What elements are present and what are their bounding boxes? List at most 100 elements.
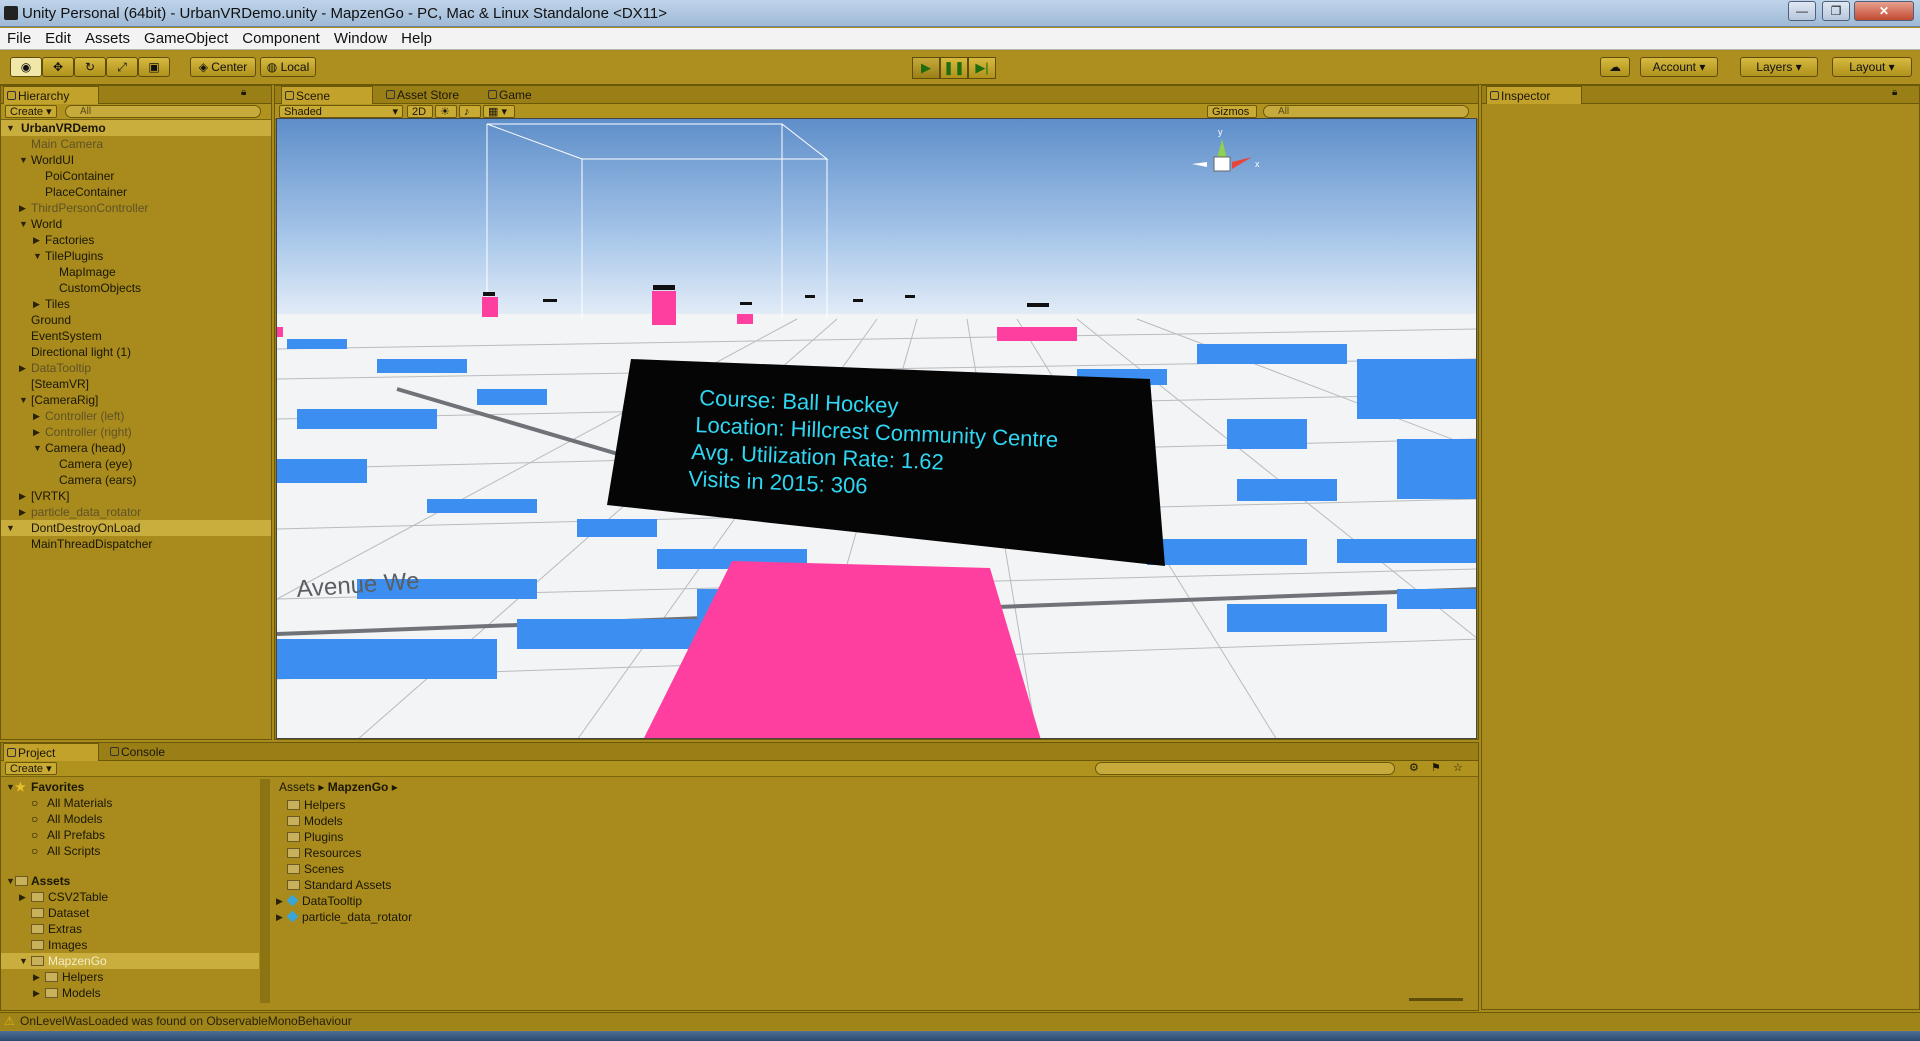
pivot-local-button[interactable]: ◍ Local [260,57,316,77]
menu-help[interactable]: Help [394,28,439,49]
menu-window[interactable]: Window [327,28,394,49]
list-item[interactable]: Camera (eye) [1,456,132,472]
list-item[interactable]: Dataset [1,905,89,921]
list-item[interactable]: ▶ particle_data_rotator [273,909,412,925]
move-tool-button[interactable]: ✥ [42,57,74,77]
list-item[interactable]: ▼ [CameraRig] [1,392,98,408]
close-button[interactable]: ✕ [1854,1,1914,21]
list-item[interactable]: MainThreadDispatcher [1,536,152,552]
list-item[interactable]: ▶ ThirdPersonController [1,200,148,216]
filter-type-icon[interactable]: ⚙ [1409,761,1419,774]
tab-console[interactable]: Console [107,743,187,761]
step-button[interactable]: ▶| [968,57,996,79]
menu-gameobject[interactable]: GameObject [137,28,235,49]
project-search-input[interactable] [1095,762,1395,775]
list-item[interactable]: Ground [1,312,71,328]
scene-root-urbanvrdemo[interactable]: ▼ UrbanVRDemo [1,120,271,136]
effects-dropdown[interactable]: ▦ ▾ [483,105,515,118]
list-item[interactable]: ▶ Models [1,985,101,1001]
list-item[interactable]: ▼ TilePlugins [1,248,103,264]
list-item[interactable]: PlaceContainer [1,184,127,200]
status-bar[interactable]: ⚠ OnLevelWasLoaded was found on Observab… [0,1012,1920,1030]
list-item[interactable]: ▼ MapzenGo [1,953,259,969]
hand-tool-button[interactable]: ◉ [10,57,42,77]
menu-file[interactable]: File [0,28,38,49]
list-item[interactable]: [SteamVR] [1,376,89,392]
tab-game[interactable]: Game [485,86,555,104]
list-item[interactable]: ▼ World [1,216,62,232]
favorites-header[interactable]: ▼ ★ Favorites [1,779,84,795]
list-item[interactable]: ▶ CSV2Table [1,889,108,905]
rotate-tool-button[interactable]: ↻ [74,57,106,77]
list-item[interactable]: CustomObjects [1,280,141,296]
hierarchy-search-input[interactable]: All [65,105,261,118]
project-create-button[interactable]: Create ▾ [5,762,57,775]
layout-dropdown[interactable]: Layout ▾ [1832,57,1912,77]
list-item[interactable]: Camera (ears) [1,472,136,488]
menu-assets[interactable]: Assets [78,28,137,49]
list-item[interactable]: MapImage [1,264,116,280]
layers-dropdown[interactable]: Layers ▾ [1740,57,1818,77]
list-item[interactable]: ▼ WorldUI [1,152,74,168]
inspector-lock-icon[interactable]: 🔒︎ [1892,87,1897,98]
tab-inspector[interactable]: Inspector [1486,86,1582,104]
list-item[interactable]: Plugins [273,829,343,845]
list-item[interactable]: ▶ particle_data_rotator [1,504,141,520]
list-item[interactable]: Resources [273,845,361,861]
scene-view[interactable]: Course: Ball Hockey Location: Hillcrest … [276,118,1477,739]
assets-header[interactable]: ▼ Assets [1,873,70,889]
lighting-toggle[interactable]: ☀ [435,105,457,118]
pause-button[interactable]: ❚❚ [940,57,968,79]
menu-edit[interactable]: Edit [38,28,78,49]
tree-scrollbar[interactable] [260,779,270,1003]
list-item[interactable]: ○ All Scripts [1,843,100,859]
minimize-button[interactable]: — [1788,1,1816,21]
account-dropdown[interactable]: Account ▾ [1640,57,1718,77]
list-item[interactable]: ▶ DataTooltip [1,360,91,376]
favorite-star-icon[interactable]: ☆ [1453,761,1463,774]
maximize-button[interactable]: ❐ [1822,1,1850,21]
list-item[interactable]: Models [273,813,343,829]
cloud-button[interactable]: ☁ [1600,57,1630,77]
pivot-center-button[interactable]: ◈ Center [190,57,256,77]
tab-scene[interactable]: Scene [281,86,373,104]
hierarchy-create-button[interactable]: Create ▾ [5,105,57,118]
scale-tool-button[interactable]: ⤢ [106,57,138,77]
menu-component[interactable]: Component [235,28,327,49]
list-item[interactable]: ○ All Models [1,811,102,827]
breadcrumb-assets[interactable]: Assets [279,780,315,794]
list-item[interactable]: ▶ Factories [1,232,94,248]
list-item[interactable]: Extras [1,921,82,937]
filter-label-icon[interactable]: ⚑ [1431,761,1441,774]
list-item[interactable]: ▶ Controller (right) [1,424,132,440]
gizmos-dropdown[interactable]: Gizmos ▾ [1207,105,1257,130]
shading-mode-dropdown[interactable]: Shaded ▾ [279,105,403,118]
list-item[interactable]: ○ All Prefabs [1,827,105,843]
list-item[interactable]: Scenes [273,861,344,877]
list-item[interactable]: ▼ Camera (head) [1,440,126,456]
list-item[interactable]: PoiContainer [1,168,114,184]
list-item[interactable]: ○ All Materials [1,795,112,811]
tab-project[interactable]: Project [3,743,99,761]
list-item[interactable]: ▶ Controller (left) [1,408,124,424]
list-item[interactable]: Standard Assets [273,877,391,893]
list-item[interactable]: ▶ DataTooltip [273,893,362,909]
list-item[interactable]: Directional light (1) [1,344,131,360]
list-item[interactable]: Helpers [273,797,345,813]
lock-icon[interactable]: 🔒︎ [241,87,246,98]
icon-size-slider[interactable] [1409,998,1463,1001]
play-button[interactable]: ▶ [912,57,940,79]
list-item[interactable]: ▶ Tiles [1,296,70,312]
list-item[interactable]: Main Camera [1,136,103,152]
list-item[interactable]: Images [1,937,87,953]
tab-asset-store[interactable]: Asset Store [383,86,479,104]
list-item[interactable]: EventSystem [1,328,102,344]
list-item[interactable]: ▶ Helpers [1,969,103,985]
list-item[interactable]: ▶ [VRTK] [1,488,69,504]
breadcrumb-mapzengo[interactable]: MapzenGo [328,780,389,794]
tab-hierarchy[interactable]: Hierarchy [3,86,99,104]
audio-toggle[interactable]: ♪ [459,105,481,118]
scene-root-dontdestroyonload[interactable]: ▼ DontDestroyOnLoad [1,520,271,536]
scene-search-input[interactable]: All [1263,105,1469,118]
rect-tool-button[interactable]: ▣ [138,57,170,77]
